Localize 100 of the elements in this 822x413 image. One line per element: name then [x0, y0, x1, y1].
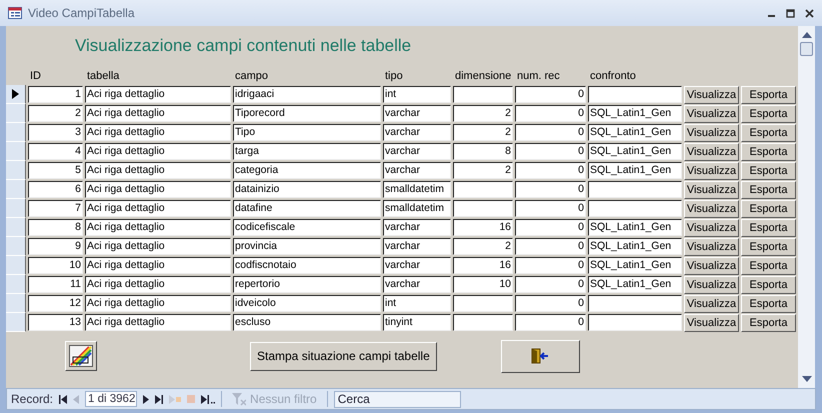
- text-field[interactable]: SQL_Latin1_Gen: [588, 238, 682, 255]
- view-button[interactable]: Visualizza: [684, 162, 739, 180]
- text-field[interactable]: [453, 314, 513, 331]
- view-button[interactable]: Visualizza: [684, 238, 739, 256]
- text-field[interactable]: SQL_Latin1_Gen: [588, 257, 682, 274]
- export-button[interactable]: Esporta: [741, 142, 796, 160]
- text-field[interactable]: 0: [515, 200, 586, 217]
- text-field[interactable]: Tiporecord: [233, 105, 381, 122]
- view-button[interactable]: Visualizza: [684, 200, 739, 218]
- text-field[interactable]: 0: [515, 162, 586, 179]
- text-field[interactable]: 0: [515, 143, 586, 160]
- scroll-up-icon[interactable]: [802, 32, 812, 38]
- export-button[interactable]: Esporta: [741, 180, 796, 198]
- text-field[interactable]: 0: [515, 124, 586, 141]
- view-button[interactable]: Visualizza: [684, 218, 739, 236]
- text-field[interactable]: tinyint: [383, 314, 451, 331]
- text-field[interactable]: 4: [28, 143, 83, 160]
- view-button[interactable]: Visualizza: [684, 124, 739, 142]
- text-field[interactable]: Aci riga dettaglio: [85, 276, 231, 293]
- export-button[interactable]: Esporta: [741, 218, 796, 236]
- last-record-icon[interactable]: [155, 394, 164, 404]
- text-field[interactable]: varchar: [383, 238, 451, 255]
- text-field[interactable]: 8: [28, 219, 83, 236]
- text-field[interactable]: Aci riga dettaglio: [85, 257, 231, 274]
- export-button[interactable]: Esporta: [741, 256, 796, 274]
- text-field[interactable]: [588, 181, 682, 198]
- text-field[interactable]: Aci riga dettaglio: [85, 143, 231, 160]
- text-field[interactable]: SQL_Latin1_Gen: [588, 162, 682, 179]
- print-button[interactable]: Stampa situazione campi tabelle: [250, 342, 437, 370]
- text-field[interactable]: SQL_Latin1_Gen: [588, 219, 682, 236]
- text-field[interactable]: varchar: [383, 124, 451, 141]
- export-button[interactable]: Esporta: [741, 124, 796, 142]
- text-field[interactable]: varchar: [383, 162, 451, 179]
- export-button[interactable]: Esporta: [741, 162, 796, 180]
- text-field[interactable]: 12: [28, 295, 83, 312]
- text-field[interactable]: datainizio: [233, 181, 381, 198]
- view-button[interactable]: Visualizza: [684, 256, 739, 274]
- view-button[interactable]: Visualizza: [684, 142, 739, 160]
- text-field[interactable]: int: [383, 86, 451, 103]
- text-field[interactable]: 1: [28, 86, 83, 103]
- text-field[interactable]: int: [383, 295, 451, 312]
- text-field[interactable]: escluso: [233, 314, 381, 331]
- text-field[interactable]: SQL_Latin1_Gen: [588, 105, 682, 122]
- text-field[interactable]: 11: [28, 276, 83, 293]
- text-field[interactable]: 2: [453, 162, 513, 179]
- text-field[interactable]: idrigaaci: [233, 86, 381, 103]
- text-field[interactable]: smalldatetim: [383, 200, 451, 217]
- text-field[interactable]: Aci riga dettaglio: [85, 219, 231, 236]
- text-field[interactable]: provincia: [233, 238, 381, 255]
- text-field[interactable]: 0: [515, 181, 586, 198]
- text-field[interactable]: idveicolo: [233, 295, 381, 312]
- text-field[interactable]: Aci riga dettaglio: [85, 124, 231, 141]
- text-field[interactable]: [453, 181, 513, 198]
- record-position-field[interactable]: 1 di 3962: [85, 391, 138, 407]
- export-button[interactable]: Esporta: [741, 104, 796, 122]
- export-button[interactable]: Esporta: [741, 314, 796, 332]
- view-button[interactable]: Visualizza: [684, 294, 739, 312]
- text-field[interactable]: Aci riga dettaglio: [85, 86, 231, 103]
- text-field[interactable]: varchar: [383, 143, 451, 160]
- first-record-icon[interactable]: [59, 394, 68, 404]
- view-button[interactable]: Visualizza: [684, 180, 739, 198]
- text-field[interactable]: SQL_Latin1_Gen: [588, 124, 682, 141]
- export-button[interactable]: Esporta: [741, 238, 796, 256]
- more-records-icon[interactable]: [201, 394, 216, 404]
- text-field[interactable]: Aci riga dettaglio: [85, 105, 231, 122]
- view-button[interactable]: Visualizza: [684, 314, 739, 332]
- text-field[interactable]: [588, 86, 682, 103]
- maximize-icon[interactable]: [786, 8, 795, 18]
- scroll-down-icon[interactable]: [802, 376, 812, 382]
- text-field[interactable]: 2: [453, 238, 513, 255]
- vertical-scrollbar[interactable]: [798, 26, 815, 388]
- text-field[interactable]: varchar: [383, 257, 451, 274]
- text-field[interactable]: 13: [28, 314, 83, 331]
- text-field[interactable]: 5: [28, 162, 83, 179]
- text-field[interactable]: smalldatetim: [383, 181, 451, 198]
- text-field[interactable]: 2: [453, 105, 513, 122]
- text-field[interactable]: varchar: [383, 105, 451, 122]
- text-field[interactable]: categoria: [233, 162, 381, 179]
- text-field[interactable]: 2: [453, 124, 513, 141]
- scroll-thumb[interactable]: [800, 42, 813, 56]
- text-field[interactable]: datafine: [233, 200, 381, 217]
- text-field[interactable]: 0: [515, 276, 586, 293]
- export-button[interactable]: Esporta: [741, 294, 796, 312]
- close-icon[interactable]: [805, 8, 814, 18]
- text-field[interactable]: repertorio: [233, 276, 381, 293]
- text-field[interactable]: Aci riga dettaglio: [85, 181, 231, 198]
- text-field[interactable]: [588, 314, 682, 331]
- text-field[interactable]: 0: [515, 219, 586, 236]
- chart-icon-button[interactable]: [65, 341, 97, 371]
- export-button[interactable]: Esporta: [741, 86, 796, 104]
- text-field[interactable]: 0: [515, 86, 586, 103]
- text-field[interactable]: [453, 295, 513, 312]
- text-field[interactable]: targa: [233, 143, 381, 160]
- next-record-icon[interactable]: [143, 394, 150, 404]
- text-field[interactable]: 2: [28, 105, 83, 122]
- text-field[interactable]: 0: [515, 238, 586, 255]
- text-field[interactable]: 0: [515, 257, 586, 274]
- text-field[interactable]: Aci riga dettaglio: [85, 295, 231, 312]
- text-field[interactable]: codicefiscale: [233, 219, 381, 236]
- text-field[interactable]: 10: [28, 257, 83, 274]
